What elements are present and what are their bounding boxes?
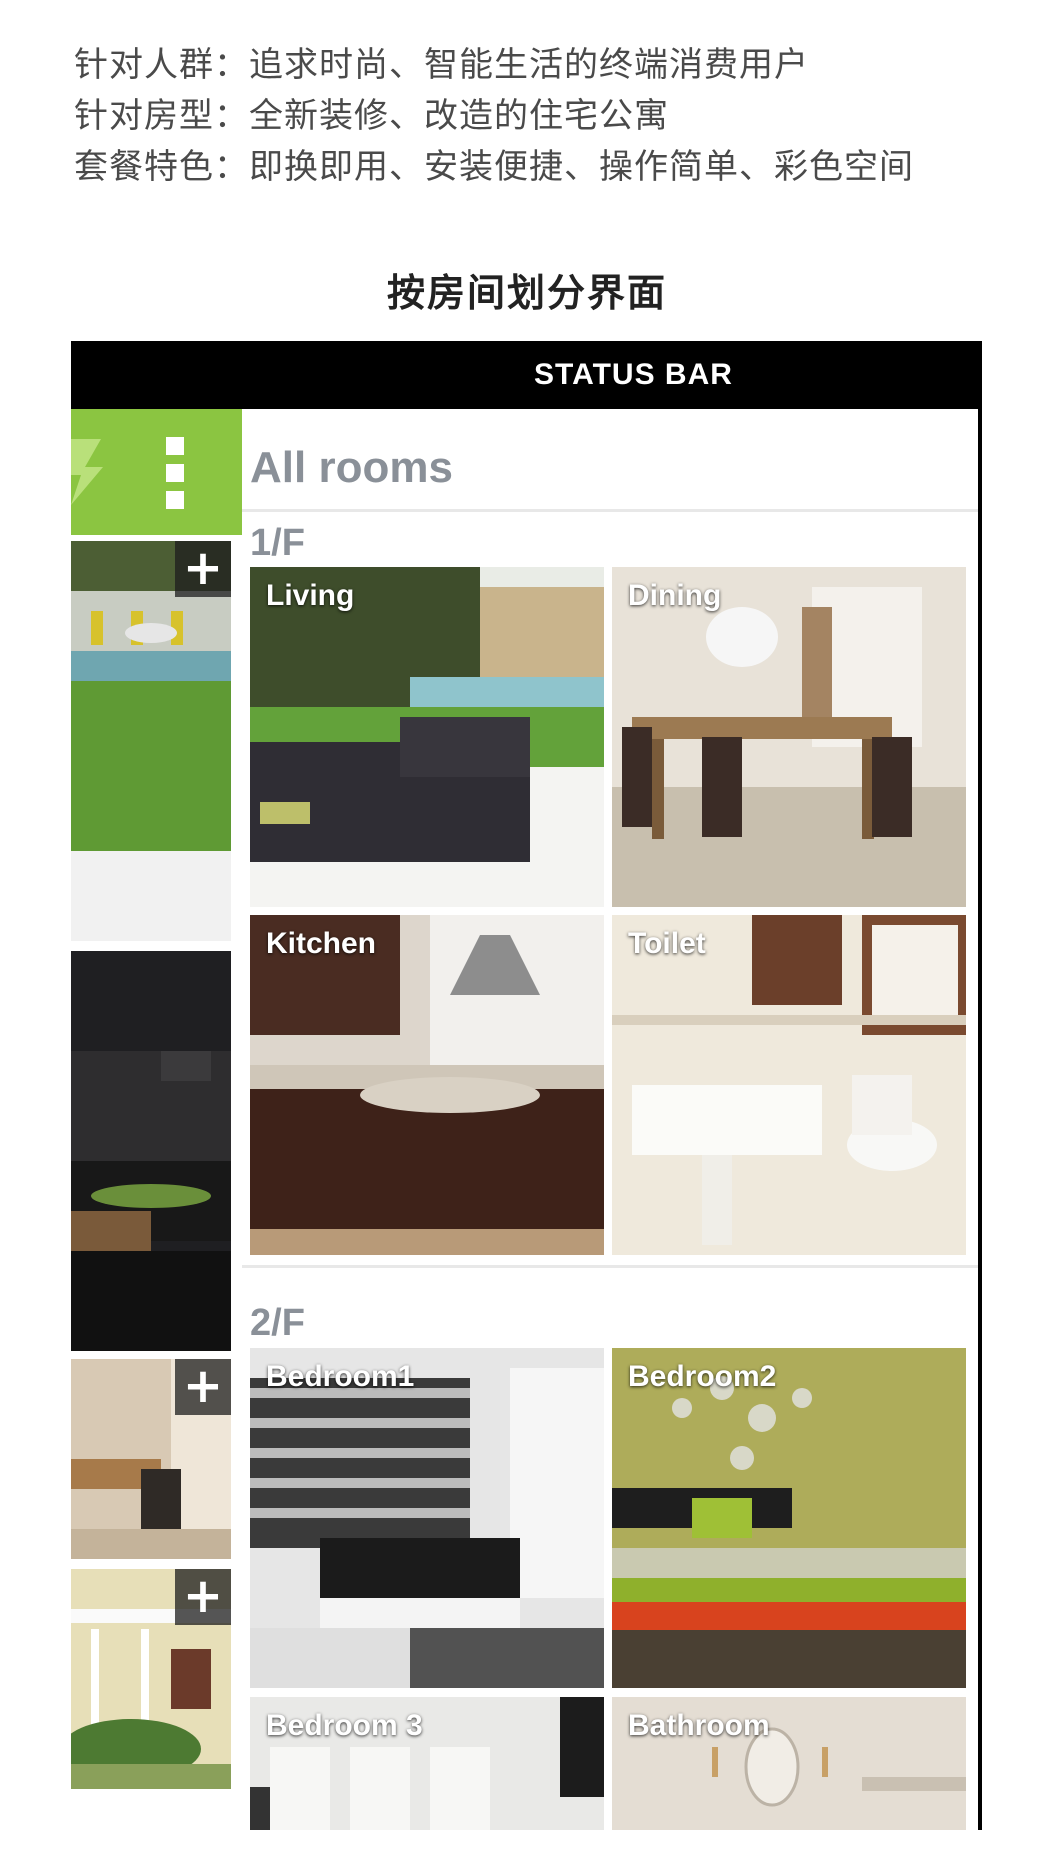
room-tile-bedroom1[interactable]: Bedroom1 bbox=[250, 1348, 604, 1688]
section-title: 按房间划分界面 bbox=[386, 271, 667, 315]
divider bbox=[242, 509, 978, 512]
status-bar: STATUS BAR bbox=[71, 341, 982, 409]
add-room-button[interactable]: + bbox=[175, 1569, 231, 1625]
status-bar-label: STATUS BAR bbox=[534, 358, 733, 391]
room-name: Kitchen bbox=[266, 927, 377, 960]
kebab-menu-icon[interactable] bbox=[166, 437, 184, 509]
room-name: Bedroom1 bbox=[266, 1360, 415, 1393]
room-name: Living bbox=[266, 579, 355, 612]
room-name: Bedroom 3 bbox=[266, 1709, 423, 1742]
intro-text: 针对人群：追求时尚、智能生活的终端消费用户 针对房型：全新装修、改造的住宅公寓 … bbox=[74, 40, 914, 193]
divider bbox=[242, 1265, 978, 1268]
phone-mockup: STATUS BAR + + + All rooms 1/F Living Di… bbox=[71, 341, 982, 1830]
floor-label-1f: 1/F bbox=[250, 522, 305, 564]
room-name: Dining bbox=[628, 579, 722, 612]
drawer-room-thumb[interactable]: + bbox=[71, 541, 231, 941]
phone-frame-edge bbox=[978, 341, 982, 1830]
room-name: Bedroom2 bbox=[628, 1360, 777, 1393]
room-tile-living[interactable]: Living bbox=[250, 567, 604, 907]
add-room-button[interactable]: + bbox=[175, 541, 231, 597]
intro-target-users: 针对人群：追求时尚、智能生活的终端消费用户 bbox=[74, 45, 809, 85]
floor-label-2f: 2/F bbox=[250, 1302, 305, 1344]
room-name: Toilet bbox=[628, 927, 706, 960]
lightning-icon[interactable] bbox=[71, 439, 111, 505]
room-tile-bedroom3[interactable]: Bedroom 3 bbox=[250, 1697, 604, 1830]
add-room-button[interactable]: + bbox=[175, 1359, 231, 1415]
drawer-room-thumb[interactable] bbox=[71, 951, 231, 1351]
room-name: Bathroom bbox=[628, 1709, 770, 1742]
intro-room-type: 针对房型：全新装修、改造的住宅公寓 bbox=[74, 96, 669, 136]
intro-features: 套餐特色：即换即用、安装便捷、操作简单、彩色空间 bbox=[74, 147, 914, 187]
room-panel: All rooms 1/F Living Dining Kitchen Toil… bbox=[242, 409, 978, 1830]
room-tile-bathroom[interactable]: Bathroom bbox=[612, 1697, 966, 1830]
room-tile-kitchen[interactable]: Kitchen bbox=[250, 915, 604, 1255]
room-tile-toilet[interactable]: Toilet bbox=[612, 915, 966, 1255]
drawer-room-thumb[interactable]: + bbox=[71, 1569, 231, 1789]
page-title: All rooms bbox=[250, 443, 453, 492]
room-tile-dining[interactable]: Dining bbox=[612, 567, 966, 907]
side-drawer: + + + bbox=[71, 409, 242, 1830]
drawer-room-thumb[interactable]: + bbox=[71, 1359, 231, 1559]
room-tile-bedroom2[interactable]: Bedroom2 bbox=[612, 1348, 966, 1688]
drawer-header bbox=[71, 409, 242, 535]
